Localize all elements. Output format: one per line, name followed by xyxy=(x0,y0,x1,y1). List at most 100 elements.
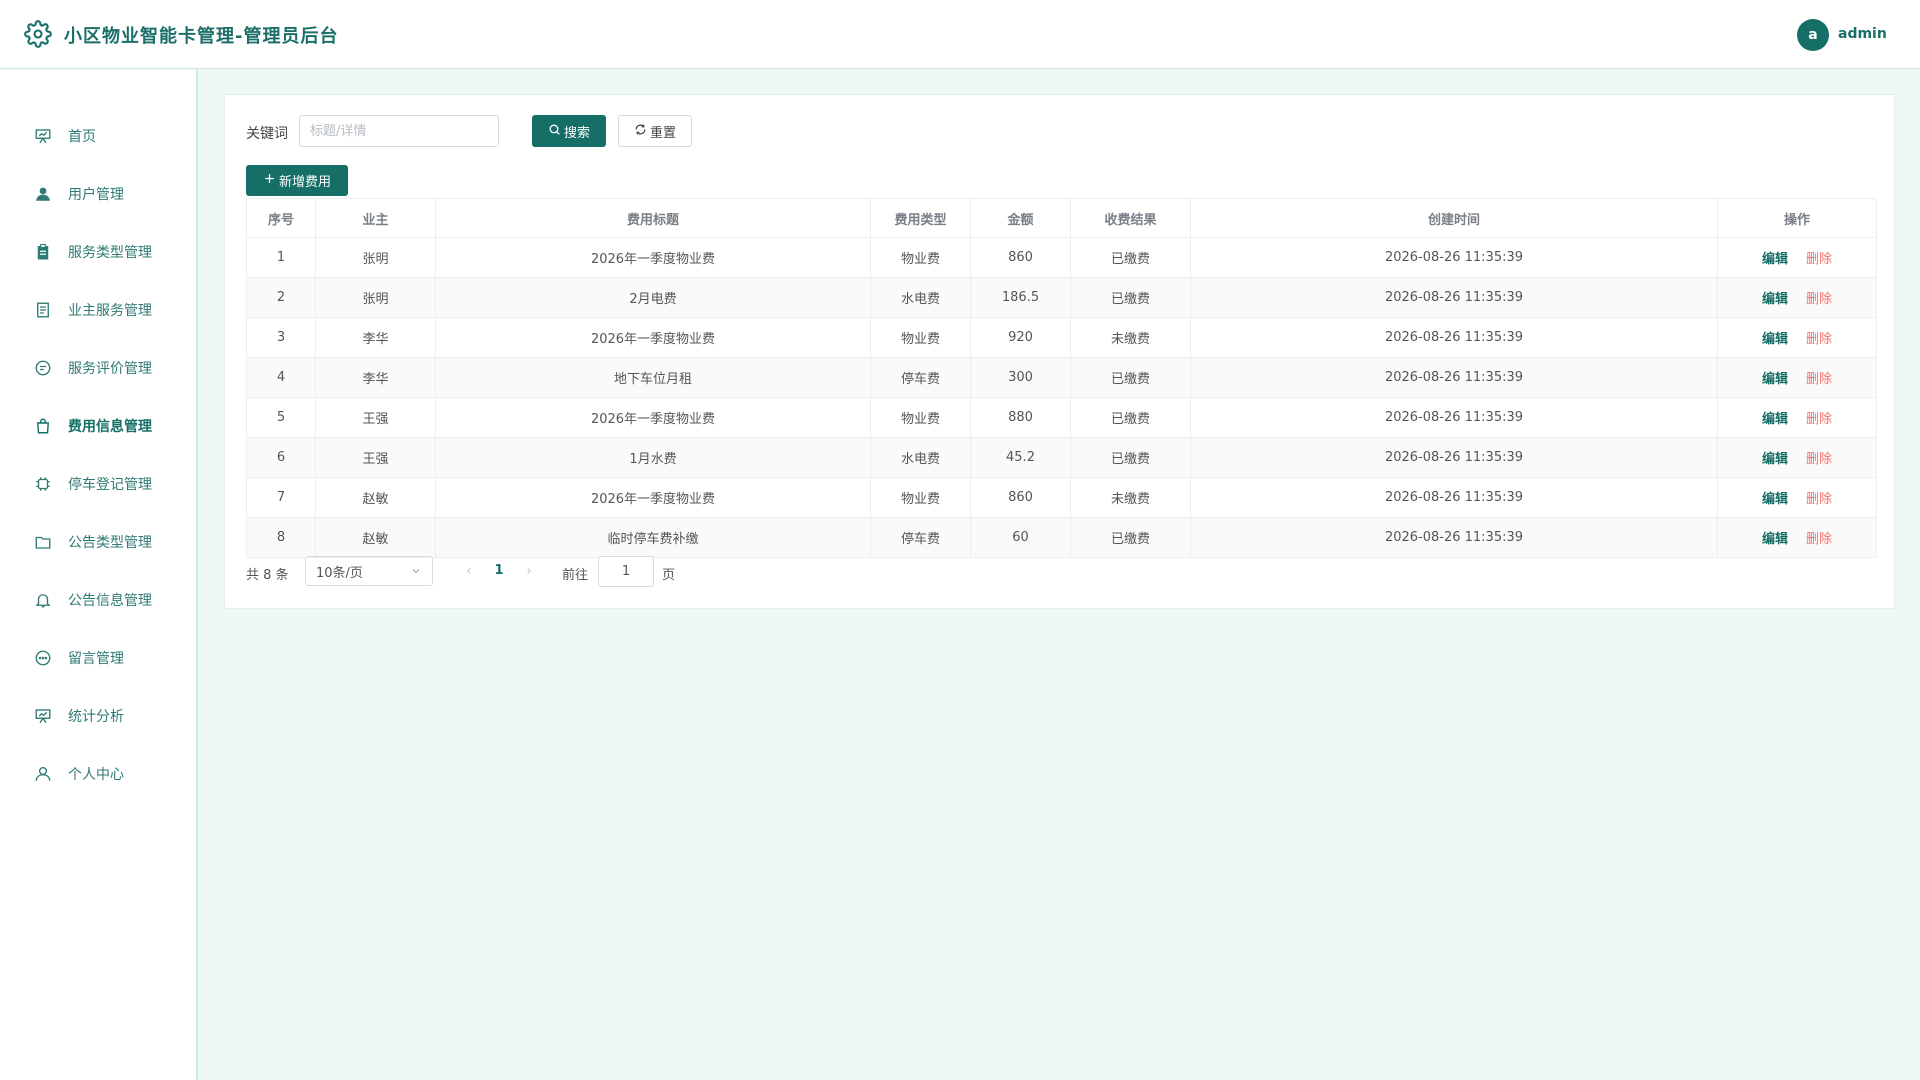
cell-created: 2026-08-26 11:35:39 xyxy=(1190,317,1718,358)
sidebar-item-messages[interactable]: 留言管理 xyxy=(0,638,196,678)
cell-owner: 赵敏 xyxy=(315,477,436,518)
sidebar-item-parking[interactable]: 停车登记管理 xyxy=(0,464,196,504)
table-row: 5 王强 2026年一季度物业费 物业费 880 已缴费 2026-08-26 … xyxy=(246,397,1877,438)
chevron-right-icon xyxy=(527,568,531,574)
user-outline-icon xyxy=(34,765,52,783)
page-suffix: 页 xyxy=(662,568,676,583)
cell-amount: 186.5 xyxy=(970,277,1071,318)
add-fee-button[interactable]: 新增费用 xyxy=(246,165,348,196)
sidebar-item-fees[interactable]: 费用信息管理 xyxy=(0,406,196,446)
delete-link[interactable]: 删除 xyxy=(1806,412,1832,427)
sidebar-item-owner-services[interactable]: 业主服务管理 xyxy=(0,290,196,330)
delete-link[interactable]: 删除 xyxy=(1806,492,1832,507)
message-icon xyxy=(34,649,52,667)
avatar[interactable]: a xyxy=(1797,19,1829,51)
table-row: 2 张明 2月电费 水电费 186.5 已缴费 2026-08-26 11:35… xyxy=(246,277,1877,318)
sidebar-item-label: 首页 xyxy=(68,129,96,145)
page-number-current[interactable]: 1 xyxy=(489,561,509,581)
cell-type: 水电费 xyxy=(870,437,971,478)
column-header: 业主 xyxy=(315,198,436,238)
refresh-icon xyxy=(634,123,647,140)
cpu-icon xyxy=(34,475,52,493)
cell-result: 已缴费 xyxy=(1070,397,1191,438)
cell-type: 停车费 xyxy=(870,517,971,558)
cell-actions: 编辑 删除 xyxy=(1717,477,1877,518)
delete-link[interactable]: 删除 xyxy=(1806,332,1832,347)
search-button-label: 搜索 xyxy=(563,125,590,141)
cell-created: 2026-08-26 11:35:39 xyxy=(1190,517,1718,558)
sidebar-item-profile[interactable]: 个人中心 xyxy=(0,754,196,794)
cell-owner: 张明 xyxy=(315,237,436,278)
cell-result: 已缴费 xyxy=(1070,517,1191,558)
cell-type: 物业费 xyxy=(870,397,971,438)
cell-owner: 王强 xyxy=(315,397,436,438)
cell-owner: 李华 xyxy=(315,357,436,398)
sidebar-item-label: 公告类型管理 xyxy=(68,535,152,551)
sidebar-item-label: 统计分析 xyxy=(68,709,124,725)
sidebar-item-users[interactable]: 用户管理 xyxy=(0,174,196,214)
cell-result: 已缴费 xyxy=(1070,437,1191,478)
cell-type: 物业费 xyxy=(870,237,971,278)
sidebar-item-notices[interactable]: 公告信息管理 xyxy=(0,580,196,620)
cell-owner: 李华 xyxy=(315,317,436,358)
column-header: 收费结果 xyxy=(1070,198,1191,238)
cell-created: 2026-08-26 11:35:39 xyxy=(1190,397,1718,438)
delete-link[interactable]: 删除 xyxy=(1806,372,1832,387)
table-header-row: 序号 业主 费用标题 费用类型 金额 收费结果 创建时间 操作 xyxy=(246,198,1877,238)
document-icon xyxy=(34,301,52,319)
sidebar-item-notice-types[interactable]: 公告类型管理 xyxy=(0,522,196,562)
delete-link[interactable]: 删除 xyxy=(1806,292,1832,307)
search-button[interactable]: 搜索 xyxy=(532,115,606,147)
edit-link[interactable]: 编辑 xyxy=(1762,452,1788,467)
column-header: 操作 xyxy=(1717,198,1877,238)
sidebar-item-label: 留言管理 xyxy=(68,651,124,667)
cell-amount: 45.2 xyxy=(970,437,1071,478)
table-row: 1 张明 2026年一季度物业费 物业费 860 已缴费 2026-08-26 … xyxy=(246,237,1877,278)
add-fee-button-label: 新增费用 xyxy=(278,175,331,190)
cell-index: 6 xyxy=(246,437,316,478)
reset-button-label: 重置 xyxy=(649,125,676,141)
sidebar-item-service-reviews[interactable]: 服务评价管理 xyxy=(0,348,196,388)
sidebar-item-service-types[interactable]: 服务类型管理 xyxy=(0,232,196,272)
sidebar-item-home[interactable]: 首页 xyxy=(0,116,196,156)
edit-link[interactable]: 编辑 xyxy=(1762,332,1788,347)
delete-link[interactable]: 删除 xyxy=(1806,252,1832,267)
cell-index: 1 xyxy=(246,237,316,278)
column-header: 金额 xyxy=(970,198,1071,238)
delete-link[interactable]: 删除 xyxy=(1806,452,1832,467)
goto-page-input[interactable] xyxy=(598,556,654,587)
sidebar-item-statistics[interactable]: 统计分析 xyxy=(0,696,196,736)
cell-index: 7 xyxy=(246,477,316,518)
presentation-icon xyxy=(34,127,52,145)
table-row: 3 李华 2026年一季度物业费 物业费 920 未缴费 2026-08-26 … xyxy=(246,317,1877,358)
prev-page-button[interactable] xyxy=(459,561,479,581)
cell-actions: 编辑 删除 xyxy=(1717,357,1877,398)
clipboard-icon xyxy=(34,243,52,261)
edit-link[interactable]: 编辑 xyxy=(1762,372,1788,387)
cell-type: 水电费 xyxy=(870,277,971,318)
delete-link[interactable]: 删除 xyxy=(1806,532,1832,547)
keyword-input[interactable] xyxy=(299,115,499,147)
edit-link[interactable]: 编辑 xyxy=(1762,412,1788,427)
edit-link[interactable]: 编辑 xyxy=(1762,492,1788,507)
reset-button[interactable]: 重置 xyxy=(618,115,692,147)
user-icon xyxy=(34,185,52,203)
plus-icon xyxy=(263,172,276,189)
cell-title: 2月电费 xyxy=(435,277,871,318)
table-row: 6 王强 1月水费 水电费 45.2 已缴费 2026-08-26 11:35:… xyxy=(246,437,1877,478)
edit-link[interactable]: 编辑 xyxy=(1762,292,1788,307)
cell-created: 2026-08-26 11:35:39 xyxy=(1190,277,1718,318)
next-page-button[interactable] xyxy=(519,561,539,581)
sidebar-item-label: 业主服务管理 xyxy=(68,303,152,319)
total-count: 共 8 条 xyxy=(246,568,289,583)
username[interactable]: admin xyxy=(1838,26,1887,42)
page-size-select[interactable]: 10条/页 xyxy=(305,556,433,586)
edit-link[interactable]: 编辑 xyxy=(1762,532,1788,547)
cell-result: 已缴费 xyxy=(1070,357,1191,398)
cell-owner: 王强 xyxy=(315,437,436,478)
cell-result: 已缴费 xyxy=(1070,277,1191,318)
chevron-down-icon xyxy=(410,565,422,581)
column-header: 创建时间 xyxy=(1190,198,1718,238)
cell-actions: 编辑 删除 xyxy=(1717,397,1877,438)
edit-link[interactable]: 编辑 xyxy=(1762,252,1788,267)
